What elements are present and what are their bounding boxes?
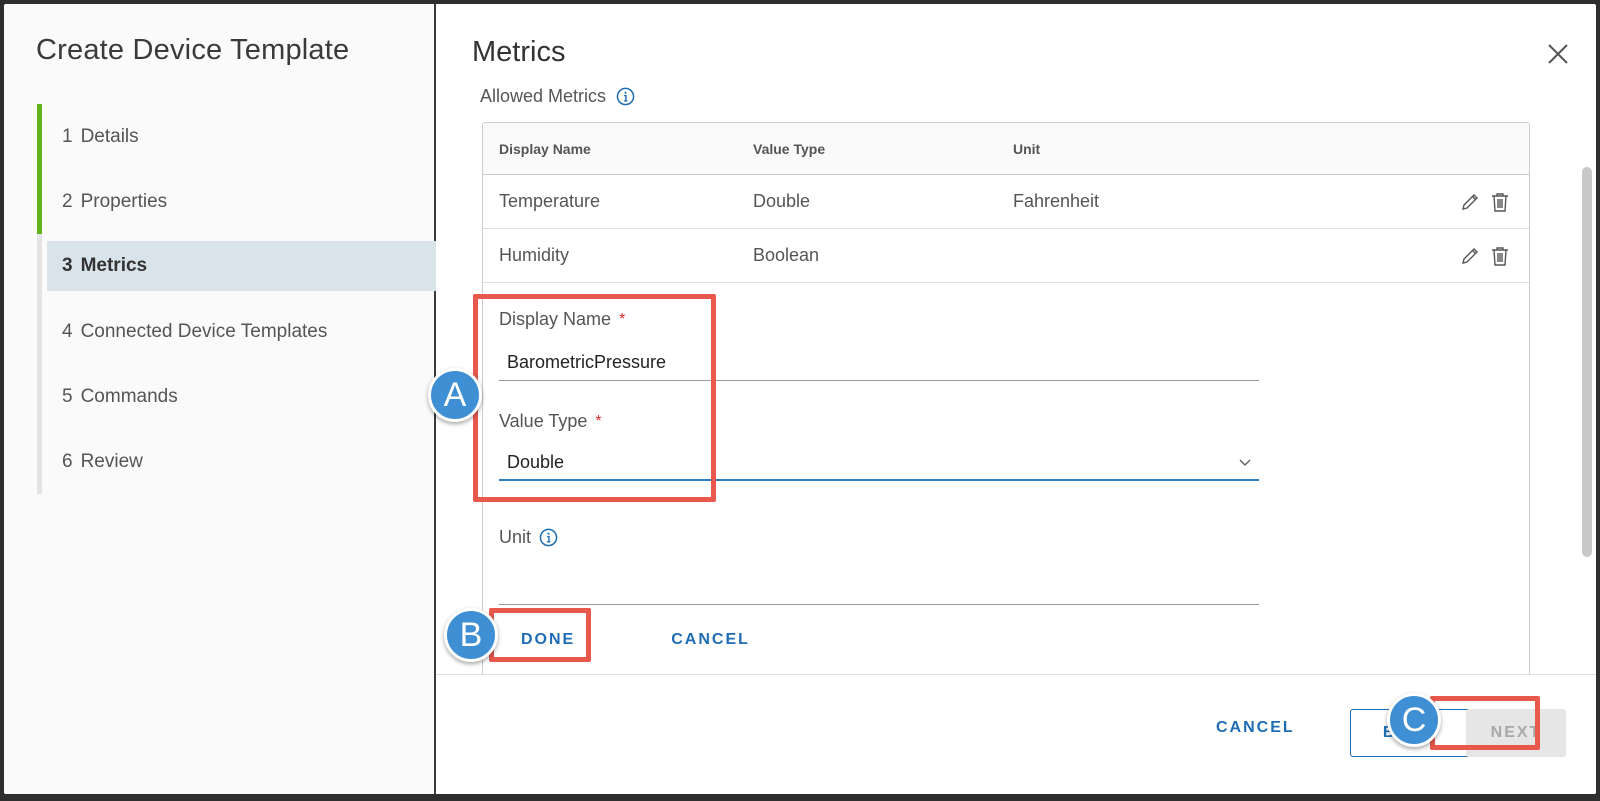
unit-label-text: Unit xyxy=(499,527,532,547)
pencil-icon[interactable] xyxy=(1459,191,1481,213)
table-row: Temperature Double Fahrenheit xyxy=(483,175,1529,229)
scrollbar-thumb[interactable] xyxy=(1582,167,1592,557)
chevron-down-icon xyxy=(1237,454,1253,470)
create-device-template-modal: Create Device Template 1 Details 2 Prope… xyxy=(4,4,1596,794)
step-review[interactable]: 6 Review xyxy=(42,429,436,494)
step-commands[interactable]: 5 Commands xyxy=(42,364,436,429)
column-header-display-name[interactable]: Display Name xyxy=(483,141,743,157)
step-label: Metrics xyxy=(80,255,148,276)
step-number: 4 xyxy=(62,320,73,342)
close-icon[interactable] xyxy=(1546,42,1570,66)
step-details[interactable]: 1 Details xyxy=(37,104,436,169)
step-number: 1 xyxy=(62,125,73,147)
page-title: Metrics xyxy=(472,36,566,68)
callout-badge-a: A xyxy=(428,368,482,422)
cell-value-type: Boolean xyxy=(753,245,820,265)
scrollbar[interactable] xyxy=(1580,79,1592,679)
wizard-steps: 1 Details 2 Properties 3 Metrics 4 Conne… xyxy=(37,104,436,494)
highlight-box-a xyxy=(473,294,716,502)
step-label: Details xyxy=(80,125,139,147)
row-actions xyxy=(1459,245,1511,267)
callout-badge-b: B xyxy=(444,608,498,662)
step-number: 2 xyxy=(62,190,73,212)
step-connected-device-templates[interactable]: 4 Connected Device Templates xyxy=(42,299,436,364)
highlight-box-b xyxy=(489,608,591,662)
allowed-metrics-label: Allowed Metrics xyxy=(480,86,635,107)
cell-display-name: Humidity xyxy=(499,245,570,265)
step-properties[interactable]: 2 Properties xyxy=(37,169,436,234)
wizard-title: Create Device Template xyxy=(36,34,350,66)
table-row: Humidity Boolean xyxy=(483,229,1529,283)
cell-value-type: Double xyxy=(753,191,811,211)
unit-input[interactable] xyxy=(499,569,1259,605)
step-number: 6 xyxy=(62,450,73,472)
step-label: Review xyxy=(80,450,143,472)
step-metrics[interactable]: 3 Metrics xyxy=(47,241,436,291)
highlight-box-c xyxy=(1430,696,1540,750)
grid-header: Display Name Value Type Unit xyxy=(483,123,1529,175)
pencil-icon[interactable] xyxy=(1459,245,1481,267)
step-number: 3 xyxy=(62,255,73,276)
wizard-sidebar: Create Device Template 1 Details 2 Prope… xyxy=(4,4,436,794)
step-label: Connected Device Templates xyxy=(80,320,328,342)
section-label-text: Allowed Metrics xyxy=(480,86,607,106)
cancel-button[interactable]: CANCEL xyxy=(1216,719,1295,737)
info-icon[interactable] xyxy=(616,87,635,106)
callout-badge-c: C xyxy=(1387,693,1441,747)
info-icon[interactable] xyxy=(539,528,558,547)
cell-unit: Fahrenheit xyxy=(1013,191,1100,211)
column-header-unit[interactable]: Unit xyxy=(1005,141,1529,157)
cell-display-name: Temperature xyxy=(499,191,601,211)
trash-icon[interactable] xyxy=(1489,245,1511,267)
trash-icon[interactable] xyxy=(1489,191,1511,213)
unit-label: Unit xyxy=(499,527,558,548)
step-number: 5 xyxy=(62,385,73,407)
column-header-value-type[interactable]: Value Type xyxy=(743,141,1005,157)
step-label: Commands xyxy=(80,385,178,407)
form-cancel-button[interactable]: CANCEL xyxy=(649,625,772,655)
row-actions xyxy=(1459,191,1511,213)
step-label: Properties xyxy=(80,190,168,212)
